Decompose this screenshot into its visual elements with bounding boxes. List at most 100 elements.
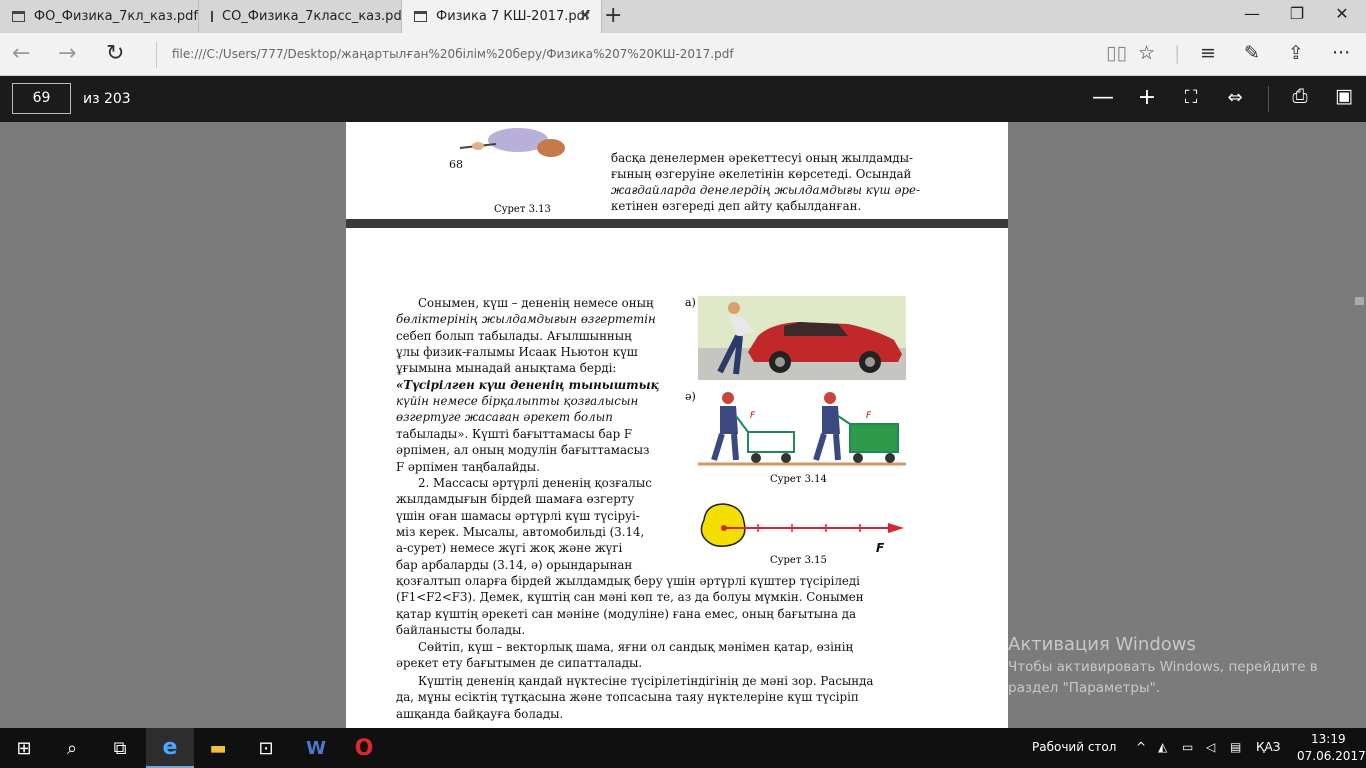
search-icon[interactable]: ⌕ [48, 728, 96, 768]
force-label: F [876, 541, 885, 555]
text-line: қатар күштің әрекеті сан мәніне (модулін… [396, 607, 857, 621]
figure-caption: Сурет 3.13 [494, 204, 551, 215]
text-line: әрекет ету бағытымен де сипатталады. [396, 656, 643, 670]
clock-time[interactable]: 13:19 [1311, 732, 1346, 746]
store-icon[interactable]: ⊡ [242, 728, 290, 768]
text-line: қозғалтып оларға бірдей жылдамдық беру ү… [396, 574, 860, 588]
activation-text: Чтобы активировать Windows, перейдите в … [1008, 657, 1318, 699]
figure-caption: Сурет 3.15 [770, 555, 827, 566]
pdf-page-69: Сонымен, күш – дененің немесе оның бөлік… [346, 228, 1008, 728]
text-line: жағдайларда денелердің жылдамдығы күш әр… [611, 183, 920, 197]
tab-so-physics[interactable]: СО_Физика_7класс_каз.pdf [199, 0, 406, 33]
text-line: ғының өзгеруіне әкелетінін көрсетеді. Ос… [611, 167, 912, 181]
text-line: басқа денелермен әрекеттесуі оның жылдам… [611, 151, 914, 165]
edge-browser-icon[interactable]: e [146, 728, 194, 768]
text-line: Сонымен, күш – дененің немесе оның [418, 296, 654, 310]
show-hidden-icons-icon[interactable]: ^ [1136, 740, 1146, 754]
text-line: ұлы физик-ғалымы Исаак Ньютон күш [396, 345, 638, 359]
taskbar: ⊞ ⌕ ⧉ e ▬ ⊡ W O Рабочий стол ^ ◭ ▭ ◁ ▤ Қ… [0, 728, 1366, 768]
fit-width-icon[interactable]: ⇔ [1219, 87, 1251, 108]
tab-label: СО_Физика_7класс_каз.pdf [222, 9, 407, 24]
tab-physics-7-ksh[interactable]: Физика 7 КШ-2017.pdf ✕ [402, 0, 602, 33]
text-line: 2. Массасы әртүрлі дененің қозғалыс [418, 476, 652, 490]
print-icon[interactable]: ⎙ [1284, 85, 1316, 107]
close-window-button[interactable]: ✕ [1322, 4, 1362, 23]
language-indicator[interactable]: ҚАЗ [1256, 740, 1280, 754]
tab-fo-physics[interactable]: ФО_Физика_7кл_каз.pdf [0, 0, 199, 33]
web-note-icon[interactable]: ✎ [1244, 42, 1260, 64]
figure-caption: Сурет 3.14 [770, 474, 827, 485]
close-tab-icon[interactable]: ✕ [579, 8, 591, 24]
pdf-page-68: Сурет 3.13 басқа денелермен әрекеттесуі … [346, 122, 1008, 219]
document-icon [211, 11, 213, 22]
forward-icon[interactable]: → [58, 41, 76, 66]
volume-icon[interactable]: ◁ [1206, 740, 1215, 754]
scrollbar-thumb[interactable] [1355, 297, 1364, 305]
notifications-icon[interactable]: ▤ [1230, 740, 1241, 754]
force-label: F [750, 411, 756, 421]
activation-title: Активация Windows [1008, 634, 1196, 655]
pdf-toolbar: 69 из 203 — + ⛶ ⇔ ⎙ ▣ [0, 76, 1366, 122]
windows-start-icon[interactable]: ⊞ [0, 728, 48, 768]
clock-date[interactable]: 07.06.2017 [1297, 749, 1366, 763]
back-icon[interactable]: ← [12, 41, 30, 66]
figure-3-13 [459, 128, 565, 157]
text-line: F әрпімен таңбалайды. [396, 460, 540, 474]
text-line: байланысты болады. [396, 623, 526, 637]
hub-icon[interactable]: ≡ [1200, 42, 1216, 64]
text-line: да, мұны есіктің тұтқасына және топсасын… [396, 690, 859, 704]
document-icon [12, 11, 25, 22]
refresh-icon[interactable]: ↻ [106, 41, 124, 66]
maximize-button[interactable]: ❐ [1277, 4, 1317, 23]
figure-3-14b-carts: F F [698, 388, 906, 466]
tab-label: Физика 7 КШ-2017.pdf [436, 9, 590, 24]
activation-line: раздел "Параметры". [1008, 680, 1161, 696]
new-tab-icon[interactable]: + [604, 3, 622, 28]
more-icon[interactable]: ··· [1332, 42, 1350, 64]
minimize-button[interactable]: — [1232, 4, 1272, 23]
task-view-icon[interactable]: ⧉ [96, 728, 144, 768]
text-line: ашқанда байқауға болады. [396, 707, 564, 721]
force-label: F [866, 411, 872, 421]
divider: | [1174, 42, 1181, 64]
favorite-star-icon[interactable]: ☆ [1138, 42, 1155, 64]
text-line: себеп болып табылады. Ағылшынның [396, 329, 632, 343]
battery-icon[interactable]: ▭ [1182, 740, 1193, 754]
address-bar[interactable]: file:///C:/Users/777/Desktop/жаңартылған… [172, 47, 734, 61]
zoom-out-icon[interactable]: — [1087, 85, 1119, 110]
share-icon[interactable]: ⇪ [1288, 42, 1304, 64]
opera-icon[interactable]: O [340, 728, 388, 768]
activation-line: Чтобы активировать Windows, перейдите в [1008, 659, 1318, 675]
reading-view-icon[interactable]: ▯▯ [1106, 42, 1127, 64]
page-number-input[interactable]: 69 [12, 83, 71, 114]
text-line: бар арбаларды (3.14, ә) орындарынан [396, 558, 633, 572]
save-icon[interactable]: ▣ [1328, 85, 1360, 107]
text-line: ұғымына мынадай анықтама берді: [396, 361, 617, 375]
divider [1268, 86, 1269, 112]
text-line: бөліктерінің жылдамдығын өзгертетін [396, 312, 656, 326]
fit-page-icon[interactable]: ⛶ [1175, 87, 1207, 108]
text-line: күйін немесе бірқалыпты қозғалысын [396, 394, 639, 408]
text-line: әрпімен, ал оның модулін бағыттамасыз [396, 443, 650, 457]
file-explorer-icon[interactable]: ▬ [194, 728, 242, 768]
page-count: из 203 [83, 91, 131, 107]
text-line: үшін оған шамасы әртүрлі күш түсіруі- [396, 509, 640, 523]
text-line: өзгертуге жасаған әрекет болып [396, 410, 613, 424]
screen: ФО_Физика_7кл_каз.pdf СО_Физика_7класс_к… [0, 0, 1366, 768]
desktop-toolbar-label[interactable]: Рабочий стол [1032, 740, 1116, 754]
tab-label: ФО_Физика_7кл_каз.pdf [33, 9, 198, 24]
text-line: Күштің дененің қандай нүктесіне түсіріле… [418, 674, 874, 688]
word-icon[interactable]: W [292, 728, 340, 768]
figure-label: ә) [685, 390, 696, 403]
figure-3-15-force-vector: F [700, 503, 904, 555]
text-line: «Түсірілген күш дененің тыныштық [396, 378, 659, 392]
document-icon [414, 11, 427, 22]
address-toolbar: ← → ↻ file:///C:/Users/777/Desktop/жаңар… [0, 33, 1366, 76]
divider [156, 42, 157, 68]
text-line: а-сурет) немесе жүгі жоқ және жүгі [396, 541, 623, 555]
network-icon[interactable]: ◭ [1158, 740, 1167, 754]
page-number: 68 [449, 158, 463, 171]
page-separator [346, 219, 1008, 228]
zoom-in-icon[interactable]: + [1131, 85, 1163, 110]
text-line: жылдамдығын бірдей шамаға өзгерту [396, 492, 635, 506]
